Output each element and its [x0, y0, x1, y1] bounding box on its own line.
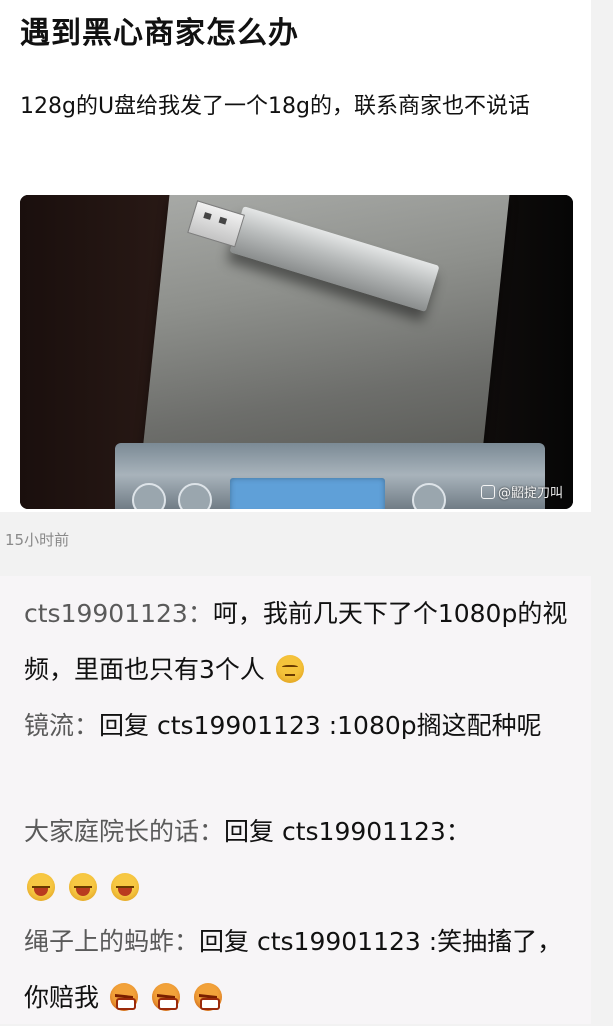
- comment-item[interactable]: 绳子上的蚂蚱：回复 cts19901123 :笑抽搐了，你赔我: [24, 914, 584, 1026]
- comment-author[interactable]: 绳子上的蚂蚱：: [24, 927, 199, 956]
- comment-text: 回复 cts19901123：: [224, 817, 471, 846]
- comment-author[interactable]: 大家庭院长的话：: [24, 817, 224, 846]
- post-card[interactable]: 遇到黑心商家怎么办 128g的U盘给我发了一个18g的，联系商家也不说话 @鼦掟…: [0, 0, 591, 512]
- comment-item[interactable]: 镜流：回复 cts19901123 :1080p搁这配种呢: [24, 698, 584, 754]
- laughing-face-emoji: [110, 873, 139, 901]
- post-body: 128g的U盘给我发了一个18g的，联系商家也不说话: [20, 94, 531, 119]
- usb-plug-hole: [218, 216, 228, 225]
- image-watermark: @鼦掟刀叫: [480, 482, 563, 501]
- scale-button: [178, 483, 212, 509]
- comment-text: 回复 cts19901123 :1080p搁这配种呢: [99, 711, 542, 740]
- post-timestamp: 15小时前: [5, 531, 70, 549]
- unamused-face-emoji: [275, 655, 304, 683]
- comment-author[interactable]: 镜流：: [24, 711, 99, 740]
- laughing-face-emoji: [27, 873, 55, 901]
- watermark-text: @鼦掟刀叫: [497, 486, 563, 501]
- laughing-face-emoji: [68, 873, 97, 901]
- scale-button: [412, 483, 446, 509]
- comments-section: cts19901123：呵，我前几天下了个1080p的视频，里面也只有3个人 镜…: [0, 576, 591, 1024]
- post-title: 遇到黑心商家怎么办: [20, 16, 299, 51]
- comment-item[interactable]: cts19901123：呵，我前几天下了个1080p的视频，里面也只有3个人: [24, 586, 584, 698]
- scale-button: [132, 483, 166, 509]
- comment-author[interactable]: cts19901123：: [24, 599, 213, 628]
- angry-face-emoji: [193, 983, 222, 1011]
- scale-display: [230, 478, 385, 509]
- angry-face-emoji: [109, 983, 138, 1011]
- comment-item[interactable]: 大家庭院长的话：回复 cts19901123：: [24, 804, 584, 916]
- post-image[interactable]: @鼦掟刀叫: [20, 195, 573, 509]
- watermark-logo-icon: [480, 485, 495, 499]
- usb-plug-hole: [203, 212, 212, 220]
- angry-face-emoji: [151, 983, 180, 1011]
